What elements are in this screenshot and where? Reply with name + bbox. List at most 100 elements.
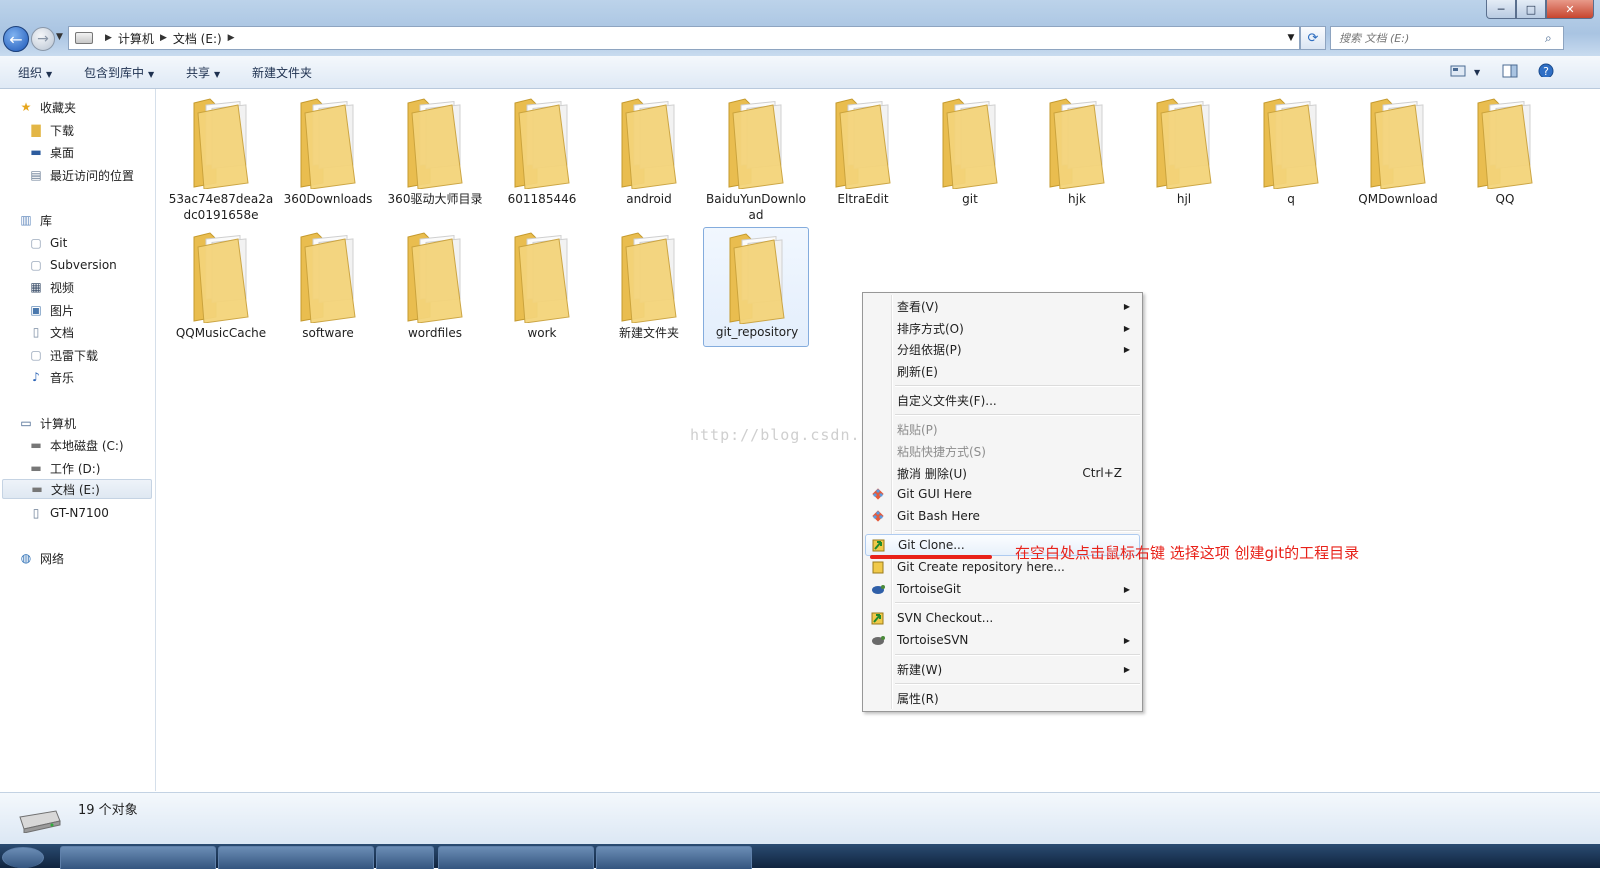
- menu-item-undo-delete[interactable]: 撤消 删除(U) Ctrl+Z: [865, 462, 1140, 484]
- menu-label: Git Clone...: [898, 538, 965, 552]
- menu-item-git-gui-here[interactable]: Git GUI Here: [865, 483, 1140, 505]
- breadcrumb-drive-e[interactable]: 文档 (E:): [173, 30, 222, 47]
- sidebar-libraries[interactable]: ▥ 库: [18, 210, 52, 230]
- search-input[interactable]: [1331, 30, 1545, 46]
- taskbar-button[interactable]: [596, 846, 752, 869]
- sidebar-item-thunder-downloads[interactable]: ▢ 迅雷下载: [28, 345, 98, 365]
- folder-item[interactable]: 53ac74e87dea2adc0191658e: [168, 93, 274, 222]
- sidebar-item-git[interactable]: ▢ Git: [28, 233, 67, 253]
- chevron-down-icon: ▼: [214, 70, 221, 79]
- menu-separator: [895, 602, 1140, 604]
- menu-item-customize-folder[interactable]: 自定义文件夹(F)...: [865, 389, 1140, 411]
- sidebar-item-subversion[interactable]: ▢ Subversion: [28, 255, 116, 275]
- refresh-button[interactable]: ⟳: [1300, 26, 1326, 50]
- folder-item[interactable]: hjk: [1024, 93, 1130, 213]
- organize-button[interactable]: 组织 ▼: [18, 64, 52, 81]
- menu-label: 分组依据(P): [897, 342, 962, 357]
- folder-item[interactable]: android: [596, 93, 702, 213]
- folder-item[interactable]: hjl: [1131, 93, 1237, 213]
- sidebar-item-documents[interactable]: ▯ 文档: [28, 322, 74, 342]
- share-button[interactable]: 共享 ▼: [186, 64, 220, 81]
- taskbar-button[interactable]: [60, 846, 216, 869]
- sidebar-item-drive-d[interactable]: ▬ 工作 (D:): [28, 458, 100, 478]
- menu-item-new[interactable]: 新建(W) ▶: [865, 658, 1140, 680]
- menu-item-refresh[interactable]: 刷新(E): [865, 360, 1140, 382]
- address-bar[interactable]: ▶ 计算机 ▶ 文档 (E:) ▶ ▼: [68, 26, 1300, 50]
- menu-item-git-bash-here[interactable]: Git Bash Here: [865, 505, 1140, 527]
- folder-item[interactable]: 新建文件夹: [596, 227, 702, 347]
- folder-item[interactable]: BaiduYunDownload: [703, 93, 809, 222]
- history-dropdown-icon[interactable]: ▼: [56, 32, 63, 42]
- include-in-library-button[interactable]: 包含到库中 ▼: [84, 64, 154, 81]
- folder-icon: [621, 232, 677, 323]
- sidebar-item-gt-n7100[interactable]: ▯ GT-N7100: [28, 503, 109, 523]
- folder-icon: [1049, 98, 1105, 189]
- folder-item[interactable]: 360Downloads: [275, 93, 381, 213]
- menu-item-tortoisegit[interactable]: TortoiseGit ▶: [865, 578, 1140, 600]
- sidebar-item-recent-places[interactable]: ▤ 最近访问的位置: [28, 165, 134, 185]
- chevron-right-icon[interactable]: ▶: [160, 33, 167, 43]
- folder-item[interactable]: software: [275, 227, 381, 347]
- window-controls: ─ □ ✕: [1486, 0, 1594, 19]
- git-clone-icon: [870, 536, 888, 554]
- folder-item[interactable]: QQMusicCache: [168, 227, 274, 347]
- folder-item[interactable]: EltraEdit: [810, 93, 916, 213]
- menu-label: 排序方式(O): [897, 321, 964, 336]
- sidebar-item-drive-c[interactable]: ▬ 本地磁盘 (C:): [28, 435, 123, 455]
- folder-item[interactable]: QQ: [1452, 93, 1558, 213]
- forward-button[interactable]: →: [31, 27, 55, 51]
- folder-item[interactable]: q: [1238, 93, 1344, 213]
- help-icon[interactable]: ?: [1538, 63, 1554, 77]
- close-button[interactable]: ✕: [1546, 0, 1594, 19]
- sidebar-item-music[interactable]: ♪ 音乐: [28, 367, 74, 387]
- sidebar-label: 图片: [50, 303, 75, 318]
- menu-item-sort-by[interactable]: 排序方式(O) ▶: [865, 317, 1140, 339]
- maximize-button[interactable]: □: [1516, 0, 1546, 19]
- sidebar-label: 音乐: [50, 370, 75, 385]
- address-dropdown-icon[interactable]: ▼: [1282, 33, 1299, 43]
- menu-item-tortoisesvn[interactable]: TortoiseSVN ▶: [865, 629, 1140, 651]
- preview-pane-icon[interactable]: [1502, 64, 1518, 78]
- menu-separator: [895, 683, 1140, 685]
- folder-item[interactable]: QMDownload: [1345, 93, 1451, 213]
- menu-label: Git Bash Here: [897, 509, 980, 523]
- view-options-icon[interactable]: [1450, 64, 1466, 78]
- menu-shortcut: Ctrl+Z: [1082, 466, 1122, 480]
- folder-label: hjl: [1176, 192, 1192, 206]
- view-dropdown-icon[interactable]: ▼: [1474, 68, 1480, 77]
- sidebar-item-desktop[interactable]: ▬ 桌面: [28, 142, 74, 162]
- new-folder-button[interactable]: 新建文件夹: [252, 64, 312, 81]
- folder-item[interactable]: git_repository: [703, 227, 809, 347]
- taskbar-button[interactable]: [376, 846, 434, 869]
- menu-item-properties[interactable]: 属性(R): [865, 687, 1140, 709]
- search-box[interactable]: ⌕: [1330, 26, 1564, 50]
- taskbar-button[interactable]: [218, 846, 374, 869]
- folder-label: 601185446: [507, 192, 577, 206]
- sidebar-favorites[interactable]: ★ 收藏夹: [18, 97, 76, 117]
- sidebar-item-videos[interactable]: ▦ 视频: [28, 277, 74, 297]
- minimize-button[interactable]: ─: [1486, 0, 1516, 19]
- sidebar-network[interactable]: ◍ 网络: [18, 548, 64, 568]
- git-diamond-icon: [869, 485, 887, 503]
- back-button[interactable]: ←: [3, 26, 29, 52]
- breadcrumb-computer[interactable]: 计算机: [118, 30, 154, 47]
- sidebar-item-downloads[interactable]: ▇ 下载: [28, 120, 74, 140]
- video-icon: ▦: [30, 280, 42, 294]
- chevron-right-icon[interactable]: ▶: [105, 33, 112, 43]
- start-button[interactable]: [2, 847, 44, 868]
- chevron-right-icon[interactable]: ▶: [228, 33, 235, 43]
- folder-item[interactable]: work: [489, 227, 595, 347]
- search-icon[interactable]: ⌕: [1545, 31, 1563, 46]
- folder-item[interactable]: git: [917, 93, 1023, 213]
- folder-item[interactable]: wordfiles: [382, 227, 488, 347]
- menu-item-group-by[interactable]: 分组依据(P) ▶: [865, 338, 1140, 360]
- folder-item[interactable]: 601185446: [489, 93, 595, 213]
- folder-item[interactable]: 360驱动大师目录: [382, 93, 488, 213]
- taskbar-button[interactable]: [438, 846, 594, 869]
- menu-item-svn-checkout[interactable]: SVN Checkout...: [865, 607, 1140, 629]
- sidebar-computer[interactable]: ▭ 计算机: [18, 413, 76, 433]
- sidebar-item-drive-e[interactable]: ▬ 文档 (E:): [2, 479, 152, 499]
- sidebar-item-pictures[interactable]: ▣ 图片: [28, 300, 74, 320]
- phone-device-icon: ▯: [32, 506, 40, 520]
- menu-item-view[interactable]: 查看(V) ▶: [865, 295, 1140, 317]
